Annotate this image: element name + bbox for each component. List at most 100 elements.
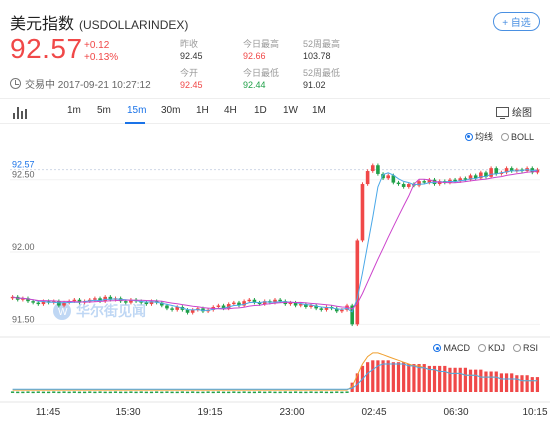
- macd-bar: [134, 391, 138, 394]
- candle-body: [247, 299, 252, 302]
- quote-header: 美元指数 (USDOLLARINDEX) + 自选 92.57 +0.12 +0…: [0, 0, 550, 95]
- macd-bar: [484, 371, 488, 392]
- macd-bar: [299, 391, 303, 394]
- macd-bar: [72, 391, 76, 393]
- stat-52w-high: 52周最高 103.78: [303, 38, 340, 62]
- chart-area[interactable]: 92.5792.5092.0091.50 W 华尔街见闻 11:45 15:30 1…: [0, 123, 550, 423]
- tab-1m[interactable]: 1m: [67, 105, 81, 116]
- instrument-name: 美元指数: [10, 16, 75, 33]
- tab-1w[interactable]: 1W: [283, 105, 298, 116]
- x-tick-label: 19:15: [197, 407, 222, 418]
- macd-bar: [227, 391, 231, 394]
- candle-body: [355, 240, 360, 325]
- macd-bar: [247, 391, 251, 394]
- macd-bar: [170, 391, 174, 394]
- macd-bar: [412, 364, 416, 392]
- macd-bar: [407, 364, 411, 392]
- macd-bar: [124, 391, 128, 394]
- macd-bar: [474, 369, 478, 392]
- macd-bar: [119, 391, 123, 394]
- title-row: 美元指数 (USDOLLARINDEX): [10, 10, 188, 34]
- stat-label: 今日最高: [243, 39, 280, 49]
- macd-bar: [453, 367, 457, 392]
- macd-bar: [83, 391, 87, 394]
- tab-1d[interactable]: 1D: [254, 105, 267, 116]
- watermark-text: 华尔街见闻: [76, 303, 146, 319]
- watermark-logo-glyph: W: [58, 307, 68, 318]
- chart-type-icon[interactable]: [12, 105, 28, 119]
- macd-bar: [525, 375, 529, 392]
- y-tick-label: 92.57: [12, 160, 35, 170]
- tab-1h[interactable]: 1H: [196, 105, 209, 116]
- tab-30m[interactable]: 30m: [161, 105, 180, 116]
- macd-bar: [330, 391, 334, 394]
- candle-body: [93, 298, 97, 300]
- macd-bar: [510, 373, 514, 392]
- macd-bar: [232, 391, 236, 393]
- candle-body: [36, 302, 41, 305]
- candle-body: [489, 168, 493, 177]
- tab-5m[interactable]: 5m: [97, 105, 111, 116]
- macd-bar: [144, 391, 148, 394]
- add-watchlist-button[interactable]: + 自选: [493, 12, 540, 31]
- macd-bar: [535, 377, 540, 392]
- candle-body: [401, 184, 406, 187]
- chart-grid: [0, 169, 550, 403]
- candle-body: [31, 301, 35, 303]
- macd-bar: [324, 391, 329, 394]
- macd-bar: [196, 391, 200, 394]
- macd-bar: [242, 391, 246, 393]
- macd-bar: [46, 391, 51, 394]
- candle-body: [319, 308, 324, 310]
- y-tick-label: 91.50: [12, 314, 35, 324]
- x-tick-label: 11:45: [36, 407, 61, 418]
- x-tick-label: 02:45: [361, 407, 386, 418]
- macd-panel: [10, 352, 540, 394]
- tab-1month[interactable]: 1M: [312, 105, 326, 116]
- macd-bar: [530, 377, 534, 392]
- macd-bar: [62, 391, 66, 393]
- candle-body: [376, 165, 380, 174]
- macd-bar: [16, 391, 20, 394]
- macd-bar: [21, 391, 25, 394]
- candle-body: [422, 181, 427, 183]
- macd-bar: [309, 391, 313, 393]
- macd-bar: [340, 391, 344, 394]
- draw-button[interactable]: 绘图: [496, 104, 532, 119]
- stat-prev-close: 昨收 92.45: [180, 38, 203, 62]
- candle-body: [396, 182, 401, 185]
- y-tick-label: 92.50: [12, 170, 35, 180]
- candle-body: [185, 309, 190, 313]
- x-axis-labels: 11:45 15:30 19:15 23:00 02:45 06:30 10:15: [36, 407, 548, 418]
- stat-label: 52周最高: [303, 39, 341, 49]
- macd-bar: [57, 391, 61, 394]
- macd-bar: [211, 391, 215, 394]
- macd-bar: [504, 373, 509, 392]
- candle-body: [386, 175, 391, 179]
- macd-bar: [402, 362, 406, 392]
- macd-bar: [165, 391, 169, 393]
- macd-bar: [386, 360, 390, 392]
- macd-bar: [448, 367, 452, 392]
- tab-15m[interactable]: 15m: [127, 105, 146, 116]
- status-time: 交易中 2017-09-21 10:27:12: [25, 80, 151, 91]
- macd-bar: [129, 391, 133, 393]
- macd-bar: [206, 391, 210, 393]
- macd-bar: [366, 362, 370, 392]
- macd-bar: [160, 391, 164, 394]
- stat-day-low: 今日最低 92.44: [243, 67, 279, 91]
- macd-bar: [319, 391, 323, 393]
- macd-bar: [93, 391, 97, 394]
- tab-4h[interactable]: 4H: [224, 105, 237, 116]
- candle-body: [216, 305, 221, 307]
- candle-body: [123, 301, 128, 303]
- macd-bar: [371, 360, 375, 392]
- watermark: W 华尔街见闻: [53, 302, 146, 320]
- macd-bar: [52, 391, 56, 393]
- macd-bar: [149, 391, 154, 394]
- stat-day-high: 今日最高 92.66: [243, 38, 279, 62]
- macd-bar: [67, 391, 71, 394]
- macd-bar: [155, 391, 159, 393]
- macd-bar: [10, 391, 15, 393]
- macd-bar: [221, 391, 226, 394]
